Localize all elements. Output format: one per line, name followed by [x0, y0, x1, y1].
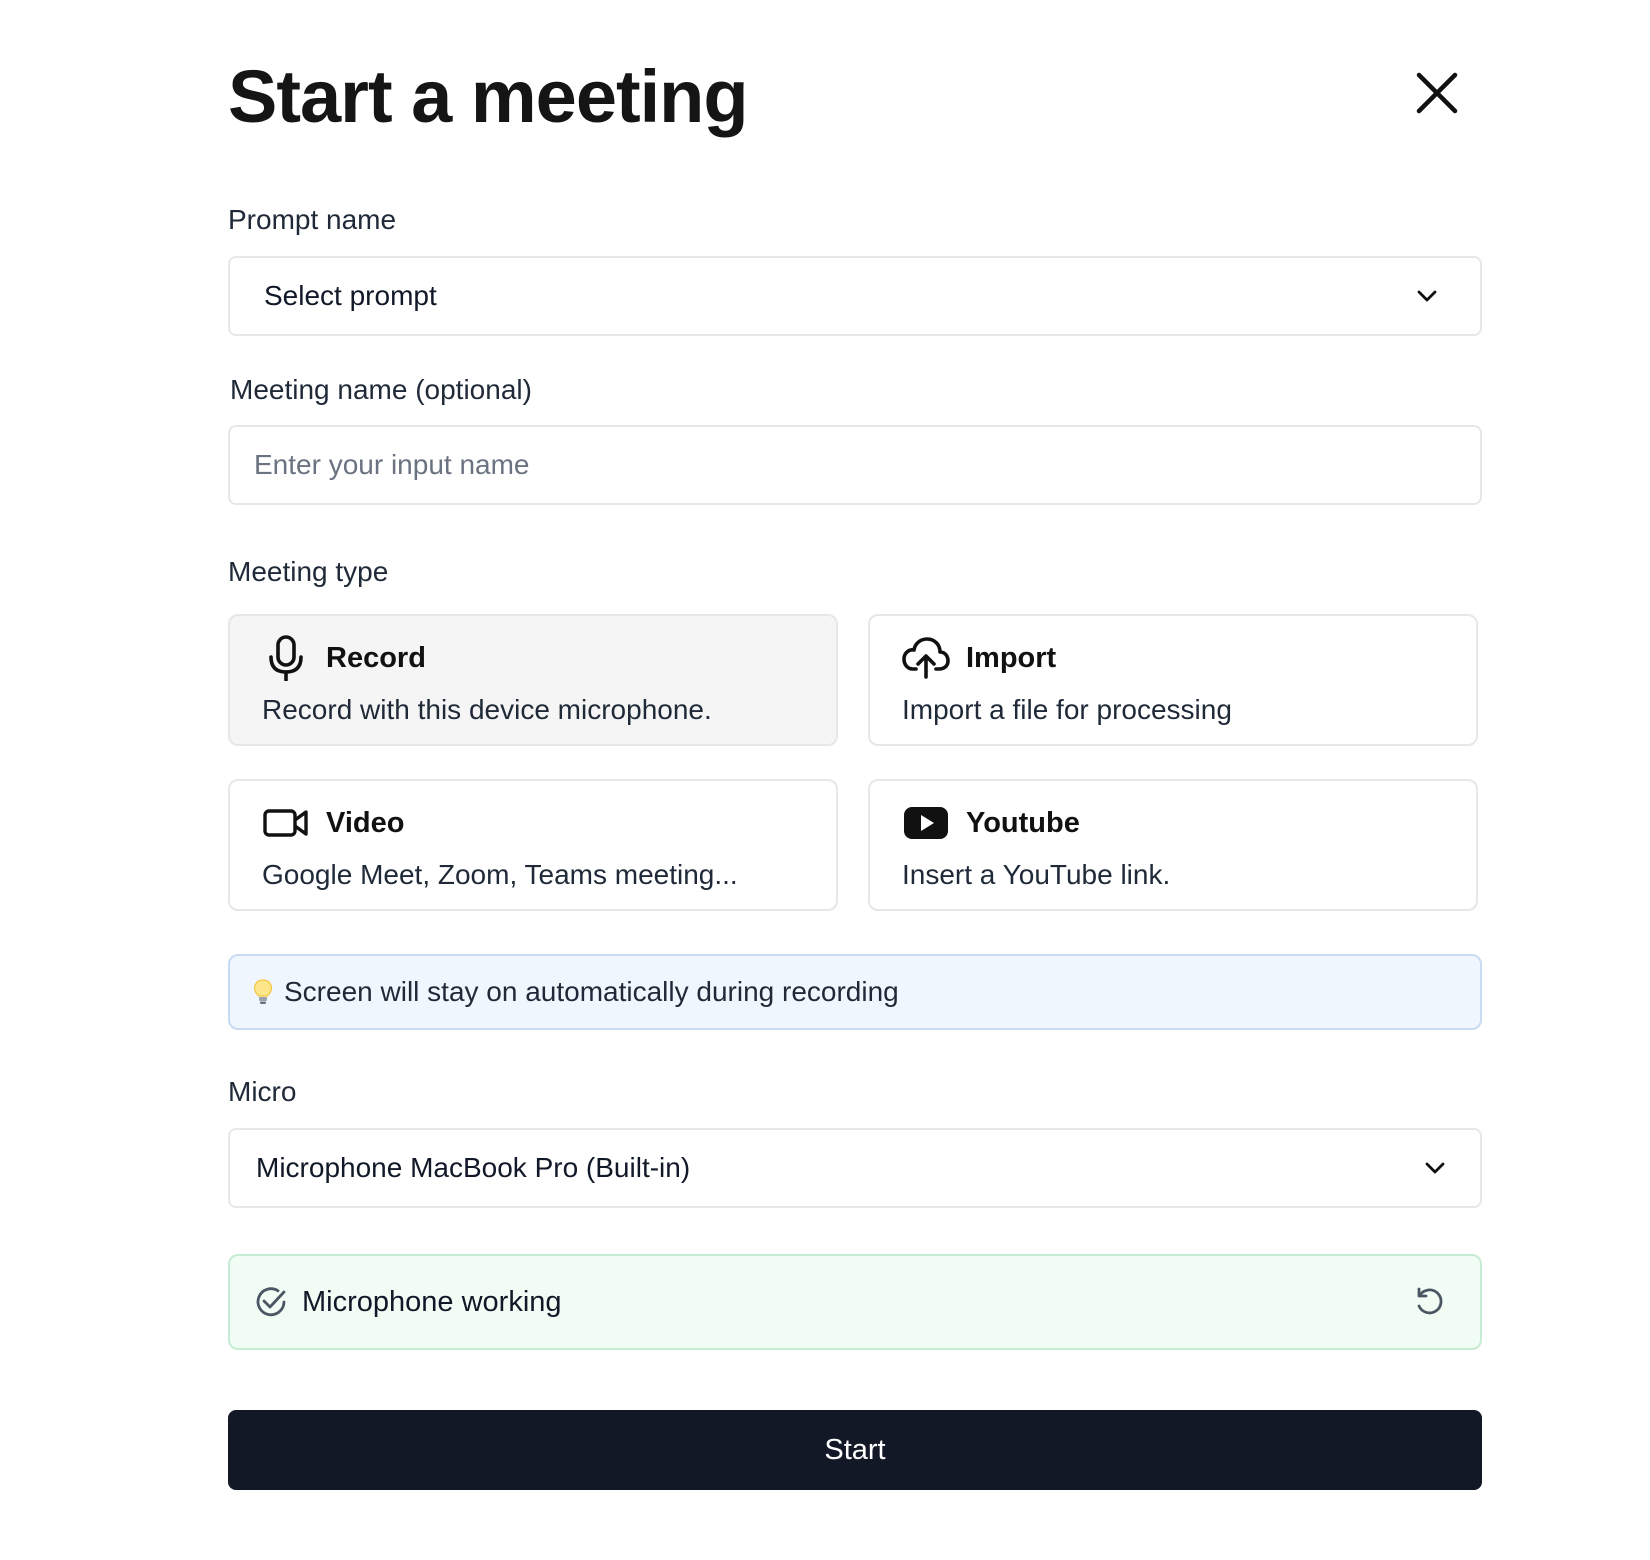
- screen-on-notice: Screen will stay on automatically during…: [228, 954, 1482, 1030]
- start-button[interactable]: Start: [228, 1410, 1482, 1490]
- refresh-icon[interactable]: [1414, 1286, 1446, 1318]
- video-camera-icon: [262, 799, 310, 847]
- meeting-name-field: [228, 425, 1482, 505]
- close-icon: [1416, 72, 1458, 114]
- prompt-select[interactable]: Select prompt: [228, 256, 1482, 336]
- screen-on-notice-text: Screen will stay on automatically during…: [284, 976, 899, 1007]
- microphone-status: Microphone working: [228, 1254, 1482, 1350]
- meeting-type-youtube-title: Youtube: [966, 807, 1080, 839]
- meeting-type-youtube-description: Insert a YouTube link.: [902, 859, 1171, 890]
- meeting-type-import[interactable]: Import Import a file for processing: [868, 614, 1478, 746]
- microphone-select-value: Microphone MacBook Pro (Built-in): [256, 1152, 691, 1183]
- meeting-type-import-title: Import: [966, 642, 1057, 674]
- meeting-type-label: Meeting type: [228, 556, 389, 587]
- meeting-type-record-description: Record with this device microphone.: [262, 694, 712, 725]
- meeting-type-video-title: Video: [326, 807, 405, 839]
- prompt-name-label: Prompt name: [228, 204, 397, 235]
- meeting-type-import-description: Import a file for processing: [902, 694, 1232, 725]
- chevron-down-icon: [1425, 1162, 1445, 1174]
- microphone-icon: [262, 634, 310, 682]
- micro-label: Micro: [228, 1076, 297, 1107]
- cloud-upload-icon: [902, 634, 950, 682]
- chevron-down-icon: [1417, 290, 1437, 302]
- close-button[interactable]: [1412, 68, 1462, 118]
- meeting-type-video[interactable]: Video Google Meet, Zoom, Teams meeting..…: [228, 779, 838, 911]
- microphone-select[interactable]: Microphone MacBook Pro (Built-in): [228, 1128, 1482, 1208]
- meeting-name-input[interactable]: [230, 427, 1480, 503]
- dialog-title: Start a meeting: [228, 55, 749, 138]
- meeting-type-youtube[interactable]: Youtube Insert a YouTube link.: [868, 779, 1478, 911]
- start-meeting-dialog: Start a meeting Prompt name Select promp…: [0, 0, 1650, 1560]
- check-circle-icon: [256, 1287, 286, 1317]
- lightbulb-icon: [250, 977, 276, 1007]
- microphone-status-text: Microphone working: [302, 1285, 562, 1318]
- meeting-type-record-title: Record: [326, 642, 426, 674]
- meeting-name-label: Meeting name (optional): [230, 374, 532, 405]
- meeting-type-video-description: Google Meet, Zoom, Teams meeting...: [262, 859, 738, 890]
- meeting-type-record[interactable]: Record Record with this device microphon…: [228, 614, 838, 746]
- prompt-select-value: Select prompt: [264, 280, 437, 311]
- youtube-icon: [902, 799, 950, 847]
